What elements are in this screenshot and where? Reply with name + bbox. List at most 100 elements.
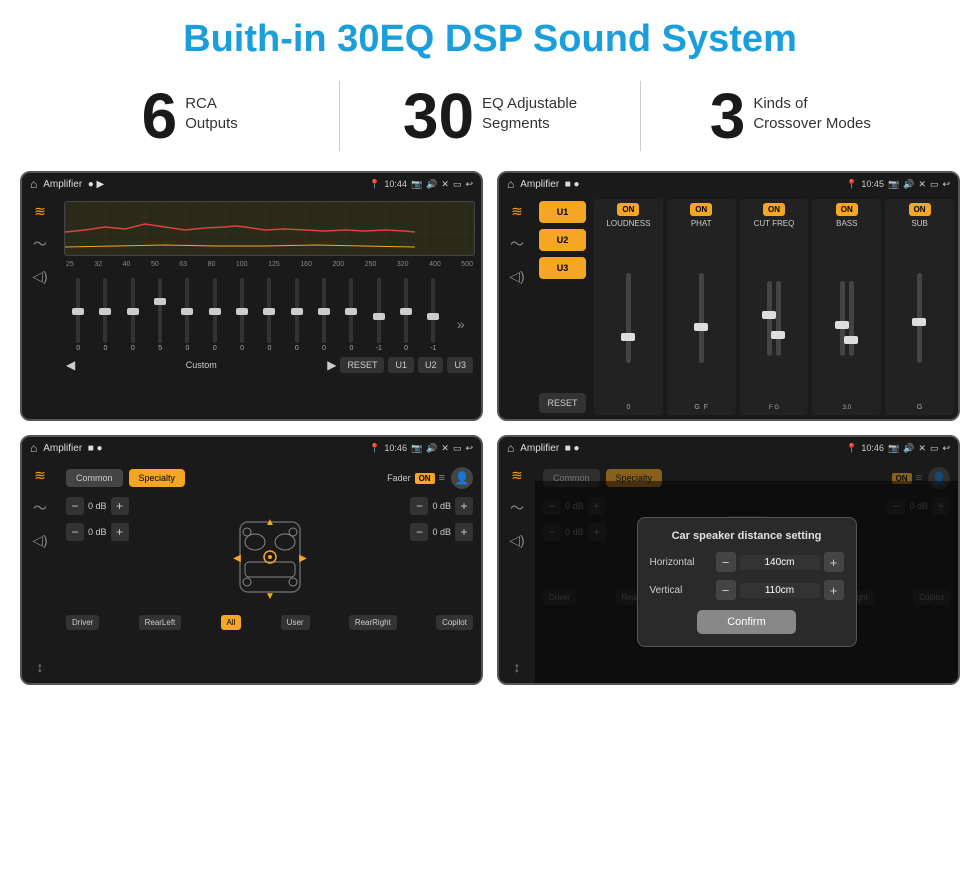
speaker-bottom-labels: Driver RearLeft All User RearRight Copil… (66, 615, 473, 630)
volume-ctrl-2: − 0 dB + (66, 523, 129, 541)
vertical-minus-button[interactable]: − (716, 580, 736, 600)
vol4-plus-button[interactable]: + (455, 523, 473, 541)
eq-icon-4[interactable]: ≋ (511, 467, 523, 484)
reset-button-2[interactable]: RESET (539, 393, 586, 413)
eq-slider-4: 5 (148, 278, 172, 352)
left-volume-controls: − 0 dB + − 0 dB + (66, 497, 129, 607)
vol4-minus-button[interactable]: − (410, 523, 428, 541)
sub-toggle[interactable]: ON (909, 203, 931, 216)
arrows-icon-4[interactable]: ↕ (514, 659, 521, 675)
vertical-ctrl: − 110cm + (716, 580, 844, 600)
vertical-plus-button[interactable]: + (824, 580, 844, 600)
rearright-button-3[interactable]: RearRight (349, 615, 397, 630)
bass-toggle[interactable]: ON (836, 203, 858, 216)
vol1-value: 0 dB (88, 501, 107, 511)
reset-button-1[interactable]: RESET (340, 357, 384, 373)
horizontal-plus-button[interactable]: + (824, 552, 844, 572)
vol1-plus-button[interactable]: + (111, 497, 129, 515)
vol2-plus-button[interactable]: + (111, 523, 129, 541)
wave-icon-2[interactable]: 〜 (510, 234, 524, 254)
fader-sliders-icon[interactable]: ≡ (439, 472, 445, 484)
vol3-plus-button[interactable]: + (455, 497, 473, 515)
eq-slider-2: 0 (93, 278, 117, 352)
side-icons-3: ≋ 〜 ◁) ↕ (22, 459, 58, 683)
wave-icon-1[interactable]: 〜 (33, 234, 47, 254)
horizontal-minus-button[interactable]: − (716, 552, 736, 572)
confirm-button[interactable]: Confirm (697, 610, 796, 634)
screen-content-1: ≋ 〜 ◁) (22, 195, 481, 419)
fader-dialog-main: Common Specialty ON ≡ 👤 − 0 dB + (535, 459, 958, 683)
vertical-value: 110cm (740, 583, 820, 598)
bass-slider (840, 232, 854, 405)
cutfreq-toggle[interactable]: ON (763, 203, 785, 216)
u3-preset-button[interactable]: U3 (539, 257, 586, 279)
distance-dialog-overlay: Car speaker distance setting Horizontal … (535, 481, 958, 683)
bass-value: 3.0 (843, 405, 851, 411)
speaker-icon-3[interactable]: ◁) (32, 532, 47, 549)
common-tab-3[interactable]: Common (66, 469, 123, 487)
home-icon-4[interactable]: ⌂ (507, 441, 514, 455)
u3-button-1[interactable]: U3 (447, 357, 473, 373)
dialog-title: Car speaker distance setting (650, 530, 844, 542)
stat-number-6: 6 (142, 84, 178, 148)
specialty-tab-3[interactable]: Specialty (129, 469, 186, 487)
vol4-value: 0 dB (432, 527, 451, 537)
eq-icon-1[interactable]: ≋ (34, 203, 46, 220)
eq-prev-button[interactable]: ◀ (66, 358, 75, 372)
stat-label-rca: RCAOutputs (185, 84, 238, 133)
u1-button-1[interactable]: U1 (388, 357, 414, 373)
home-icon-1[interactable]: ⌂ (30, 177, 37, 191)
wave-icon-4[interactable]: 〜 (510, 498, 524, 518)
vol1-minus-button[interactable]: − (66, 497, 84, 515)
phat-toggle[interactable]: ON (690, 203, 712, 216)
app-name-4: Amplifier ■ ● (520, 443, 840, 454)
channel-loudness: ON LOUDNESS 0 (594, 199, 663, 415)
eq-slider-more: » (449, 316, 473, 352)
eq-icon-3[interactable]: ≋ (34, 467, 46, 484)
bass-label: BASS (836, 219, 857, 228)
channel-phat: ON PHAT G F (667, 199, 736, 415)
u2-button-1[interactable]: U2 (418, 357, 444, 373)
app-name-3: Amplifier ■ ● (43, 443, 363, 454)
home-icon-2[interactable]: ⌂ (507, 177, 514, 191)
horizontal-value: 140cm (740, 555, 820, 570)
driver-button-3[interactable]: Driver (66, 615, 99, 630)
stat-number-3: 3 (710, 84, 746, 148)
horizontal-label: Horizontal (650, 557, 710, 568)
speaker-icon-2[interactable]: ◁) (509, 268, 524, 285)
arrows-icon-3[interactable]: ↕ (37, 659, 44, 675)
status-bar-1: ⌂ Amplifier ● ▶ 📍10:44📷🔊✕▭↩ (22, 173, 481, 195)
fader-label: Fader (387, 473, 411, 483)
screen-amp2: ⌂ Amplifier ■ ● 📍10:45📷🔊✕▭↩ ≋ 〜 ◁) U1 U2… (497, 171, 960, 421)
eq-icon-2[interactable]: ≋ (511, 203, 523, 220)
vol2-minus-button[interactable]: − (66, 523, 84, 541)
stat-label-crossover: Kinds ofCrossover Modes (753, 84, 871, 133)
home-icon-3[interactable]: ⌂ (30, 441, 37, 455)
all-button-3[interactable]: All (221, 615, 242, 630)
vol3-minus-button[interactable]: − (410, 497, 428, 515)
speaker-icon-4[interactable]: ◁) (509, 532, 524, 549)
eq-slider-14: -1 (421, 278, 445, 352)
copilot-button-3[interactable]: Copilot (436, 615, 473, 630)
car-diagram-svg: ▲ ▼ ◀ ▶ (205, 497, 335, 607)
stats-row: 6 RCAOutputs 30 EQ AdjustableSegments 3 … (0, 73, 980, 167)
u2-preset-button[interactable]: U2 (539, 229, 586, 251)
stat-item-crossover: 3 Kinds ofCrossover Modes (661, 84, 920, 148)
rearleft-button-3[interactable]: RearLeft (139, 615, 182, 630)
eq-next-button[interactable]: ▶ (327, 358, 336, 372)
sub-slider (917, 232, 922, 404)
status-icons-4: 📍10:46📷🔊✕▭↩ (846, 443, 950, 454)
side-icons-2: ≋ 〜 ◁) (499, 195, 535, 419)
volume-ctrl-3: − 0 dB + (410, 497, 473, 515)
loudness-toggle[interactable]: ON (617, 203, 639, 216)
vertical-row: Vertical − 110cm + (650, 580, 844, 600)
wave-icon-3[interactable]: 〜 (33, 498, 47, 518)
user-button-3[interactable]: User (281, 615, 310, 630)
app-name-2: Amplifier ■ ● (520, 179, 840, 190)
screen-content-3: ≋ 〜 ◁) ↕ Common Specialty Fader ON ≡ 👤 (22, 459, 481, 683)
fader-person-icon[interactable]: 👤 (451, 467, 473, 489)
u1-preset-button[interactable]: U1 (539, 201, 586, 223)
eq-slider-13: 0 (394, 278, 418, 352)
svg-text:▶: ▶ (299, 553, 307, 564)
speaker-icon-1[interactable]: ◁) (32, 268, 47, 285)
